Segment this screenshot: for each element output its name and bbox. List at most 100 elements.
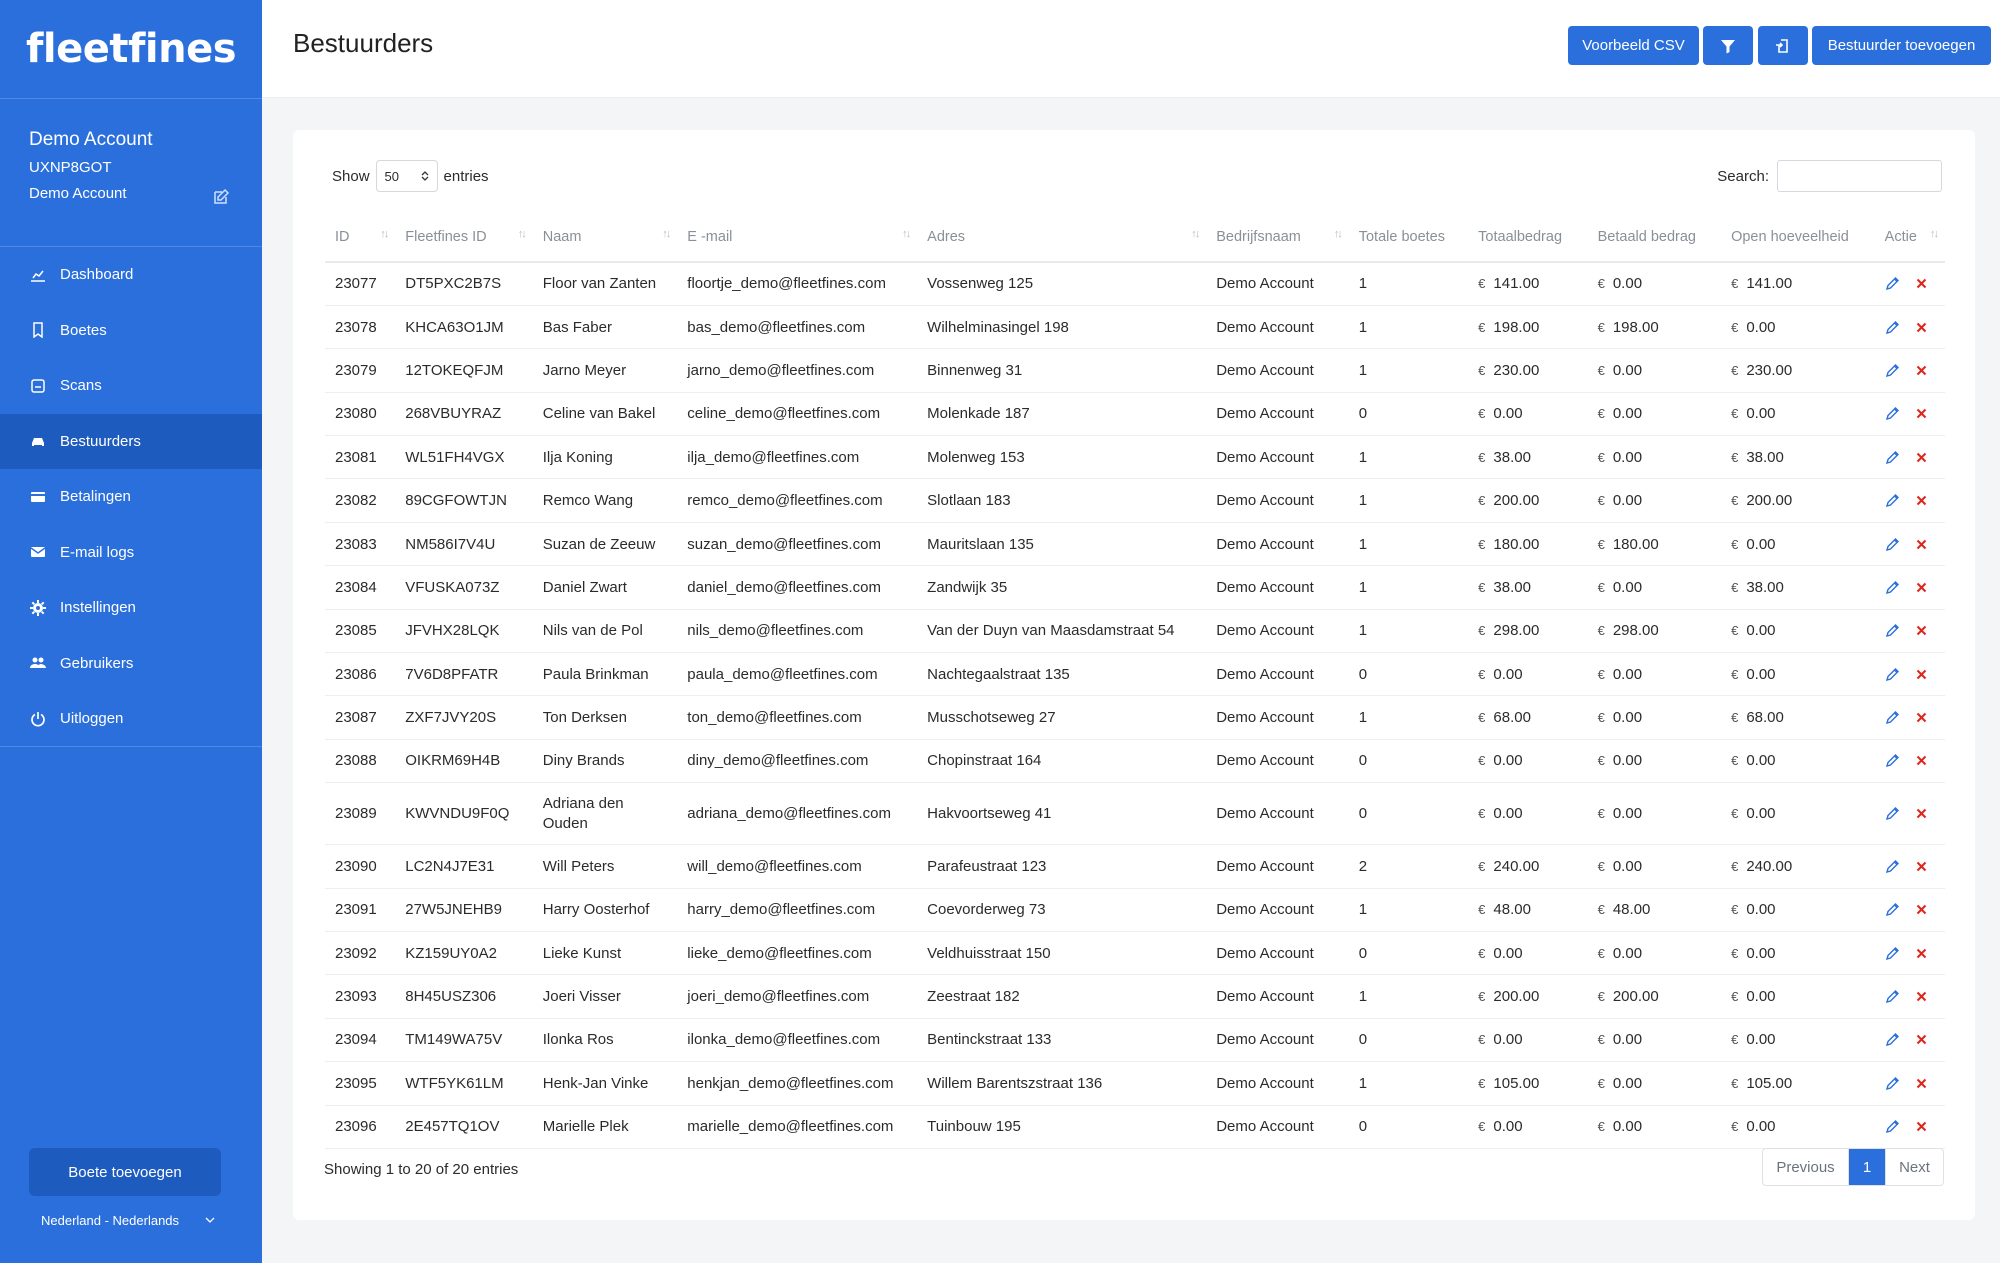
edit-icon[interactable] — [1885, 1119, 1900, 1134]
delete-icon[interactable] — [1916, 539, 1927, 550]
currency-symbol: € — [1597, 806, 1605, 822]
filter-button[interactable] — [1703, 26, 1753, 65]
edit-icon[interactable] — [1885, 580, 1900, 595]
column-header[interactable]: Fleetfines ID ↑↓ — [395, 212, 533, 263]
cell-actions — [1874, 392, 1945, 437]
delete-icon[interactable] — [1916, 808, 1927, 819]
cell-id-value: 23090 — [335, 857, 377, 875]
cell-company: Demo Account — [1206, 652, 1349, 697]
sidebar-item-betalingen[interactable]: Betalingen — [0, 469, 262, 525]
cell-email: diny_demo@fleetfines.com — [677, 739, 918, 784]
column-header[interactable]: Naam ↑↓ — [532, 212, 678, 263]
edit-icon[interactable] — [1885, 1076, 1900, 1091]
edit-icon[interactable] — [1885, 902, 1900, 917]
cell-id-value: 23079 — [335, 361, 377, 379]
cell-fleetfines-id: WL51FH4VGX — [395, 435, 533, 480]
cell-open-amount: €0.00 — [1721, 782, 1875, 846]
currency-symbol: € — [1597, 710, 1605, 726]
cell-address-value: Tuinbouw 195 — [927, 1118, 1021, 1136]
edit-account-icon[interactable] — [212, 188, 230, 206]
edit-icon[interactable] — [1885, 710, 1900, 725]
column-header[interactable]: Actie ↑↓ — [1874, 212, 1945, 263]
edit-icon[interactable] — [1885, 276, 1900, 291]
currency-symbol: € — [1731, 623, 1739, 639]
delete-icon[interactable] — [1916, 582, 1927, 593]
cell-paid-amount: €0.00 — [1587, 1018, 1722, 1063]
edit-icon[interactable] — [1885, 1032, 1900, 1047]
delete-icon[interactable] — [1916, 1078, 1927, 1089]
cell-fleetfines-id-value: 27W5JNEHB9 — [405, 901, 502, 919]
delete-icon[interactable] — [1916, 1034, 1927, 1045]
edit-icon[interactable] — [1885, 363, 1900, 378]
delete-icon[interactable] — [1916, 408, 1927, 419]
import-button[interactable] — [1758, 26, 1808, 65]
row-actions — [1885, 320, 1945, 335]
delete-icon[interactable] — [1916, 948, 1927, 959]
logo[interactable]: fleetfines — [0, 0, 262, 99]
cell-fleetfines-id: DT5PXC2B7S — [395, 262, 533, 306]
delete-icon[interactable] — [1916, 495, 1927, 506]
sidebar-item-scans[interactable]: Scans — [0, 358, 262, 414]
delete-icon[interactable] — [1916, 712, 1927, 723]
edit-icon[interactable] — [1885, 667, 1900, 682]
table-row: 23093 8H45USZ306 Joeri Visser joeri_demo@fl… — [325, 974, 1945, 1019]
delete-icon[interactable] — [1916, 669, 1927, 680]
add-driver-button[interactable]: Bestuurder toevoegen — [1812, 26, 1991, 65]
delete-icon[interactable] — [1916, 278, 1927, 289]
cell-actions — [1874, 695, 1945, 740]
sidebar-item-label: Boetes — [60, 321, 107, 339]
previous-page-button[interactable]: Previous — [1763, 1149, 1849, 1185]
sidebar-item-boetes[interactable]: Boetes — [0, 303, 262, 359]
cell-name: Floor van Zanten — [532, 262, 678, 306]
cell-total-amount-value: 200.00 — [1493, 988, 1540, 1006]
edit-icon[interactable] — [1885, 859, 1900, 874]
edit-icon[interactable] — [1885, 320, 1900, 335]
csv-example-button[interactable]: Voorbeeld CSV — [1568, 26, 1699, 65]
edit-icon[interactable] — [1885, 450, 1900, 465]
edit-icon[interactable] — [1885, 493, 1900, 508]
column-header[interactable]: Totale boetes — [1348, 212, 1469, 263]
column-header[interactable]: Totaalbedrag — [1468, 212, 1588, 263]
edit-icon[interactable] — [1885, 989, 1900, 1004]
column-header[interactable]: Adres ↑↓ — [917, 212, 1207, 263]
add-fine-button[interactable]: Boete toevoegen — [29, 1148, 221, 1196]
cell-paid-amount: €0.00 — [1587, 844, 1722, 889]
edit-icon[interactable] — [1885, 406, 1900, 421]
delete-icon[interactable] — [1916, 1121, 1927, 1132]
edit-icon[interactable] — [1885, 537, 1900, 552]
sidebar-item-bestuurders[interactable]: Bestuurders — [0, 413, 262, 469]
sidebar-item-e-mail-logs[interactable]: E-mail logs — [0, 525, 262, 581]
delete-icon[interactable] — [1916, 861, 1927, 872]
column-header[interactable]: Betaald bedrag — [1587, 212, 1722, 263]
sidebar-item-uitloggen[interactable]: Uitloggen — [0, 691, 262, 747]
entries-select[interactable]: 50 — [375, 160, 438, 192]
delete-icon[interactable] — [1916, 452, 1927, 463]
delete-icon[interactable] — [1916, 322, 1927, 333]
page-1-button[interactable]: 1 — [1849, 1149, 1885, 1185]
edit-icon[interactable] — [1885, 623, 1900, 638]
entries-control: Show 50 entries — [332, 160, 489, 192]
delete-icon[interactable] — [1916, 755, 1927, 766]
column-header[interactable]: ID ↑↓ — [325, 212, 396, 263]
sidebar-item-instellingen[interactable]: Instellingen — [0, 580, 262, 636]
delete-icon[interactable] — [1916, 365, 1927, 376]
sidebar-item-dashboard[interactable]: Dashboard — [0, 247, 262, 303]
column-header[interactable]: Bedrijfsnaam ↑↓ — [1206, 212, 1349, 263]
column-header[interactable]: E -mail ↑↓ — [677, 212, 918, 263]
delete-icon[interactable] — [1916, 904, 1927, 915]
edit-icon[interactable] — [1885, 946, 1900, 961]
currency-symbol: € — [1478, 806, 1486, 822]
cell-email: harry_demo@fleetfines.com — [677, 888, 918, 932]
edit-icon[interactable] — [1885, 753, 1900, 768]
language-select[interactable]: Nederland - Nederlands — [41, 1213, 215, 1228]
cell-company-value: Demo Account — [1216, 1031, 1314, 1049]
delete-icon[interactable] — [1916, 991, 1927, 1002]
cell-id: 23080 — [325, 392, 396, 437]
next-page-button[interactable]: Next — [1885, 1149, 1943, 1185]
column-header[interactable]: Open hoeveelheid — [1721, 212, 1875, 263]
sidebar-item-gebruikers[interactable]: Gebruikers — [0, 636, 262, 692]
search-input[interactable] — [1777, 160, 1942, 192]
currency-symbol: € — [1731, 806, 1739, 822]
delete-icon[interactable] — [1916, 625, 1927, 636]
edit-icon[interactable] — [1885, 806, 1900, 821]
